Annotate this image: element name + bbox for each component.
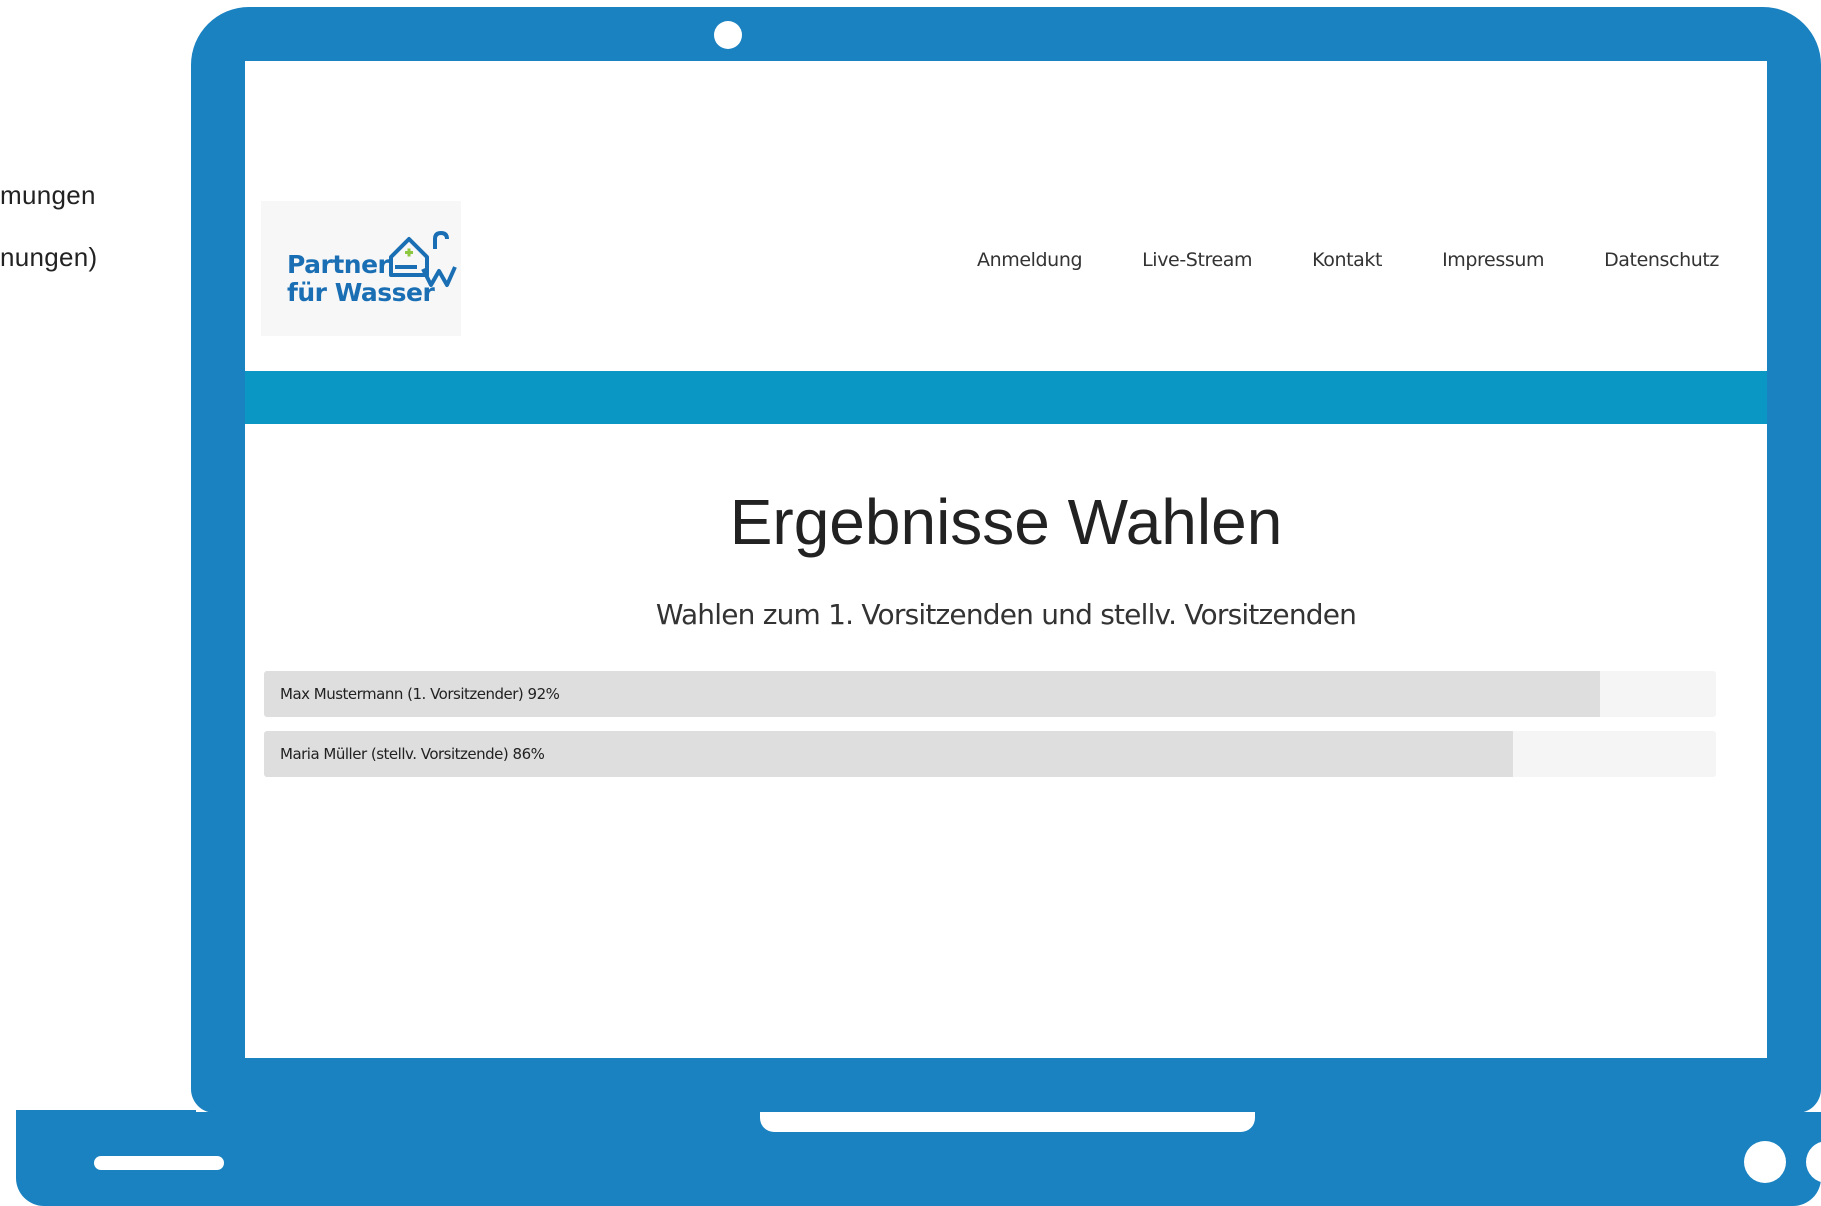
site-logo[interactable]: Partner für Wasser xyxy=(261,201,461,336)
side-caption-line-1: mungen xyxy=(0,180,96,210)
nav-anmeldung[interactable]: Anmeldung xyxy=(977,249,1083,271)
result-bar: Maria Müller (stellv. Vorsitzende) 86% xyxy=(264,731,1716,777)
page-subtitle: Wahlen zum 1. Vorsitzenden und stellv. V… xyxy=(655,598,1357,631)
result-label: Maria Müller (stellv. Vorsitzende) 86% xyxy=(280,745,545,763)
results-list: Max Mustermann (1. Vorsitzender) 92% Mar… xyxy=(264,671,1716,791)
laptop-screen: Partner für Wasser Anmeldung Live-Stream… xyxy=(245,61,1767,1058)
header-band xyxy=(245,371,1767,424)
main-nav: Anmeldung Live-Stream Kontakt Impressum … xyxy=(977,249,1719,271)
laptop-slot xyxy=(94,1156,224,1170)
laptop-led-icon xyxy=(1744,1141,1786,1183)
nav-impressum[interactable]: Impressum xyxy=(1442,249,1544,271)
page-title: Ergebnisse Wahlen xyxy=(729,486,1283,558)
result-label: Max Mustermann (1. Vorsitzender) 92% xyxy=(280,685,560,703)
house-water-icon xyxy=(389,230,457,287)
result-bar: Max Mustermann (1. Vorsitzender) 92% xyxy=(264,671,1716,717)
nav-live-stream[interactable]: Live-Stream xyxy=(1142,249,1252,271)
webcam-icon xyxy=(714,21,742,49)
nav-kontakt[interactable]: Kontakt xyxy=(1312,249,1382,271)
side-caption-line-2: nungen) xyxy=(0,242,98,272)
nav-datenschutz[interactable]: Datenschutz xyxy=(1604,249,1719,271)
laptop-hinge xyxy=(760,1112,1255,1132)
